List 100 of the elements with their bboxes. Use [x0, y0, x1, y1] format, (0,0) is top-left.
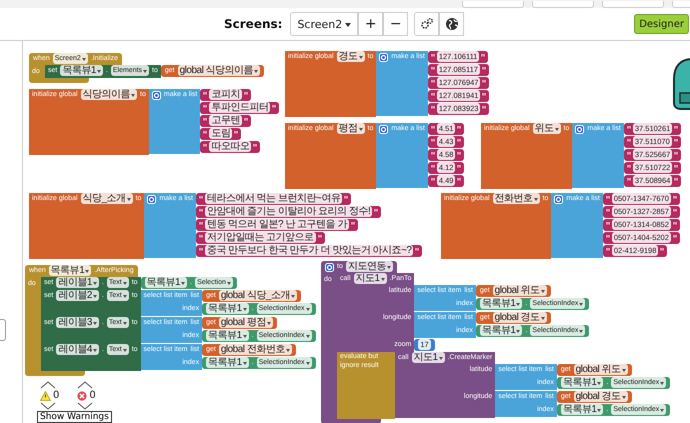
dropdown-field[interactable]: 목록뷰1 [480, 325, 522, 336]
dropdown-field[interactable]: 목록뷰1 [560, 404, 604, 416]
dropdown-field[interactable]: global 평점 [218, 317, 273, 328]
dropdown-field[interactable]: global 식당_소개 [218, 290, 297, 301]
string-field[interactable]: 테라스에서 먹는 브런치란~여유 [204, 193, 342, 204]
string-field[interactable]: 안암대에 즐기는 이탈리아 요리의 정수! [204, 206, 372, 217]
dropdown-field[interactable]: global 식당의이름 [178, 65, 260, 76]
gear-icon[interactable] [152, 90, 161, 100]
string-field[interactable]: 도림 [209, 128, 232, 139]
dropdown-field[interactable]: 레이블3 [56, 317, 99, 328]
dropdown-field[interactable]: 목록뷰1 [560, 377, 604, 388]
quote-icon [626, 126, 631, 131]
backpack-icon[interactable] [672, 57, 690, 111]
quote-icon [203, 131, 208, 136]
toolbar-button[interactable]: − [383, 12, 408, 36]
string-field[interactable]: 중국 만두보다 한국 만두가 더 맛있는거 아시죠~? [204, 245, 414, 256]
settings-icon [420, 17, 434, 31]
gear-icon[interactable] [325, 263, 334, 272]
dropdown-field[interactable]: 식당의이름 [80, 89, 138, 100]
dropdown-field[interactable]: 위도 [532, 123, 561, 134]
globe-button[interactable] [439, 12, 464, 36]
quote-icon [674, 139, 678, 144]
quote-icon [203, 144, 208, 149]
quote-icon [672, 196, 677, 201]
string-block[interactable]: 따오따오 [200, 140, 260, 152]
warning-icon [40, 390, 51, 400]
quote-icon [430, 67, 435, 72]
string-field[interactable]: 따오따오 [209, 141, 252, 152]
string-block[interactable]: 저기압일때는 고기앞으로 [196, 232, 325, 244]
string-block[interactable]: 중국 만두보다 한국 만두가 더 맛있는거 아시죠~? [196, 244, 422, 256]
dropdown-field[interactable]: 평점 [336, 123, 365, 134]
dropdown-field[interactable]: 목록뷰1 [48, 265, 92, 276]
settings-button[interactable] [414, 12, 440, 36]
quote-icon [457, 126, 462, 131]
string-field[interactable]: 코피치 [209, 89, 242, 100]
screens-label: Screens: [224, 17, 282, 31]
quote-icon [626, 139, 631, 144]
gear-icon[interactable] [575, 124, 584, 134]
dropdown-field[interactable]: 목록뷰1 [206, 330, 249, 341]
quote-icon [482, 106, 486, 111]
dropdown-field[interactable]: global 전화번호 [218, 344, 292, 355]
quote-icon [672, 209, 677, 214]
event-block[interactable] [25, 264, 316, 376]
dropdown-field[interactable]: global 위도 [492, 285, 547, 296]
dropdown-field[interactable]: 레이블1 [56, 277, 99, 288]
quote-icon [350, 222, 355, 227]
quote-icon [672, 235, 677, 240]
quote-icon [482, 80, 486, 85]
quote-icon [457, 165, 462, 170]
string-block[interactable]: 테라스에서 먹는 브런치란~여유 [196, 192, 352, 204]
dropdown-field[interactable]: 식당_소개 [80, 193, 133, 204]
dropdown-field[interactable]: 지도연동 [346, 261, 393, 272]
gear-icon[interactable] [554, 194, 564, 204]
quote-icon [482, 67, 486, 72]
warning-count: 0 [53, 390, 60, 401]
quote-icon [203, 92, 208, 97]
dropdown-field[interactable]: 경도 [336, 51, 365, 62]
string-block[interactable]: 도림 [200, 128, 242, 140]
gear-icon[interactable] [147, 194, 156, 204]
string-block[interactable]: 투파인드피터 [200, 102, 280, 114]
dropdown-field[interactable]: 지도1 [354, 273, 387, 284]
dropdown-field[interactable]: global 경도 [574, 391, 628, 402]
string-block[interactable]: 고무텐 [200, 114, 251, 126]
string-field[interactable]: 텐동 먹으러 일본? 난 고구텐을 가 [204, 219, 349, 230]
dropdown-field[interactable]: 목록뷰1 [206, 357, 249, 368]
toolbar-button[interactable]: + [358, 12, 384, 36]
quote-icon [198, 196, 203, 201]
screen-dropdown[interactable]: Screen2 [290, 12, 358, 36]
dropdown-field[interactable]: 레이블2 [56, 290, 99, 301]
quote-icon [430, 93, 435, 98]
quote-icon [203, 105, 208, 110]
dropdown-field[interactable]: 목록뷰1 [480, 298, 522, 310]
string-field[interactable]: 고무텐 [209, 115, 242, 126]
show-warnings-button[interactable]: Show Warnings [37, 411, 112, 423]
quote-icon [234, 131, 238, 136]
dropdown-field[interactable]: 목록뷰1 [206, 303, 249, 314]
dropdown-field[interactable]: 전화번호 [492, 193, 540, 204]
dropdown-field[interactable]: global 위도 [574, 364, 628, 376]
quote-icon [430, 54, 435, 59]
dropdown-field[interactable]: 목록뷰1 [60, 65, 103, 76]
dropdown-field[interactable]: 레이블4 [56, 344, 99, 355]
string-block[interactable]: 안암대에 즐기는 이탈리아 요리의 정수! [196, 206, 382, 218]
quote-icon [606, 222, 610, 227]
quote-icon [674, 178, 678, 183]
string-field[interactable]: 투파인드피터 [209, 102, 270, 113]
quote-icon [253, 144, 258, 149]
quote-icon [672, 222, 677, 227]
string-block[interactable]: 코피치 [200, 88, 251, 100]
string-field[interactable]: 저기압일때는 고기앞으로 [204, 232, 316, 243]
quote-icon [430, 106, 435, 111]
gear-icon[interactable] [379, 52, 388, 62]
procedure-block[interactable] [321, 260, 670, 423]
dropdown-field[interactable]: 목록뷰1 [144, 277, 188, 288]
string-block[interactable]: 텐동 먹으러 일본? 난 고구텐을 가 [196, 218, 358, 230]
globe-icon [444, 17, 459, 31]
dropdown-field[interactable]: 지도1 [412, 352, 445, 364]
gear-icon[interactable] [379, 124, 388, 134]
quote-icon [318, 235, 322, 240]
dropdown-field[interactable]: global 경도 [492, 312, 547, 324]
designer-button[interactable]: Designer [634, 14, 689, 34]
